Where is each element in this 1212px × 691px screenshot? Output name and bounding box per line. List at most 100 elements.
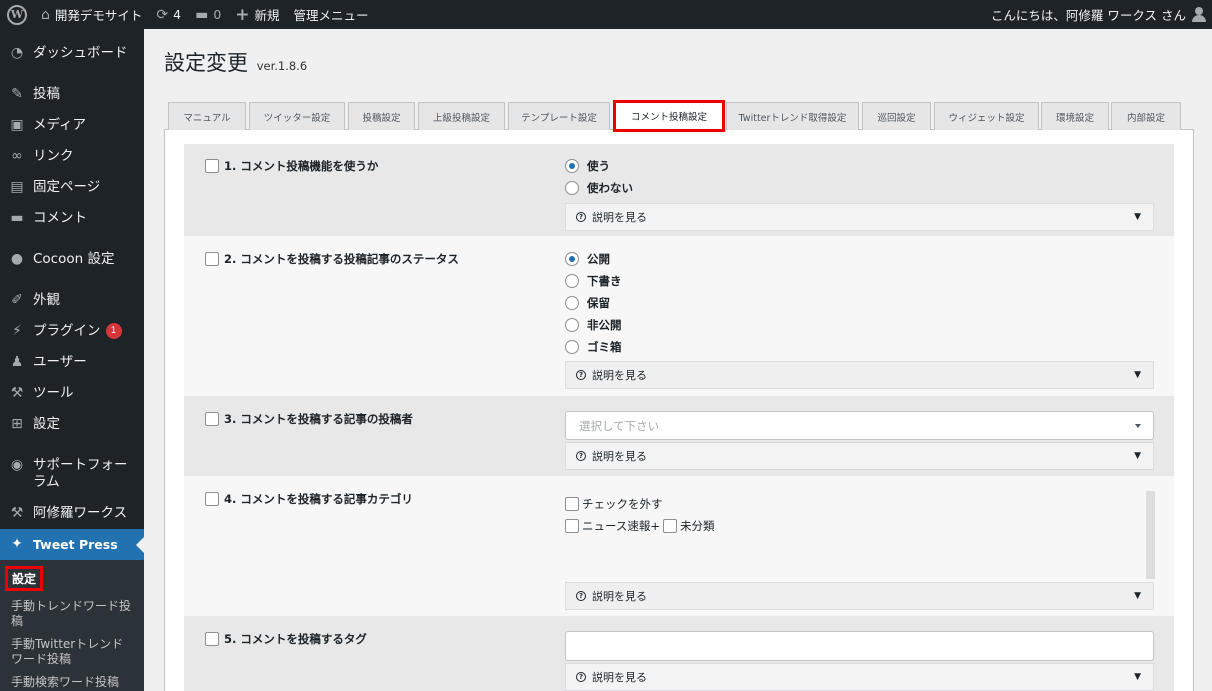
menu-cocoon-settings[interactable]: ● Cocoon 設定 xyxy=(0,244,144,275)
option-3-label[interactable]: 3. コメントを投稿する記事の投稿者 xyxy=(205,411,413,427)
option-1-checkbox[interactable] xyxy=(205,159,219,173)
option-1-label[interactable]: 1. コメント投稿機能を使うか xyxy=(205,158,378,174)
option-5-explain-toggle[interactable]: ? 説明を見る ▼ xyxy=(565,663,1154,691)
radio-publish-button[interactable] xyxy=(565,252,579,266)
menu-support-forum[interactable]: ◉ サポートフォーラム xyxy=(0,450,144,498)
option-4-checkbox[interactable] xyxy=(205,492,219,506)
site-name-link[interactable]: ⌂ 開発デモサイト xyxy=(34,0,149,29)
submenu-manual-twitter-trend-post[interactable]: 手動Twitterトレンドワード投稿 xyxy=(0,633,144,671)
category-news-label: ニュース速報+ xyxy=(582,519,661,533)
comments-link[interactable]: ▬ 0 xyxy=(188,0,228,29)
option-2-explain-toggle[interactable]: ? 説明を見る ▼ xyxy=(565,361,1154,389)
question-icon: ? xyxy=(576,591,586,601)
option-4-explain-toggle[interactable]: ? 説明を見る ▼ xyxy=(565,582,1154,610)
question-icon: ? xyxy=(576,370,586,380)
tab-post-settings[interactable]: 投稿設定 xyxy=(348,102,415,130)
tab-twitter-trend-settings[interactable]: Twitterトレンド取得設定 xyxy=(726,102,859,130)
submenu-manual-search-post[interactable]: 手動検索ワード投稿 xyxy=(0,671,144,691)
tab-template-settings[interactable]: テンプレート設定 xyxy=(508,102,610,130)
radio-label: ゴミ箱 xyxy=(587,340,622,354)
option-2-label[interactable]: 2. コメントを投稿する投稿記事のステータス xyxy=(205,251,459,267)
menu-tools[interactable]: ⚒ ツール xyxy=(0,378,144,409)
menu-comments[interactable]: ▬ コメント xyxy=(0,203,144,234)
submenu-settings[interactable]: 設定 xyxy=(5,566,44,591)
option-4-label[interactable]: 4. コメントを投稿する記事カテゴリ xyxy=(205,491,413,507)
menu-tweet-press[interactable]: ✦ Tweet Press xyxy=(0,529,144,560)
dashboard-icon: ◔ xyxy=(10,45,24,61)
tab-widget-settings[interactable]: ウィジェット設定 xyxy=(934,102,1039,130)
radio-use-button[interactable] xyxy=(565,159,579,173)
radio-not-use[interactable]: 使わない xyxy=(565,180,633,196)
new-content-link[interactable]: + 新規 xyxy=(228,0,286,29)
updates-count: 4 xyxy=(173,7,182,22)
link-icon: ∞ xyxy=(11,148,23,164)
radio-publish[interactable]: 公開 xyxy=(565,251,610,267)
tab-patrol-settings[interactable]: 巡回設定 xyxy=(862,102,931,130)
uncheck-all-checkbox[interactable] xyxy=(565,497,579,511)
menu-posts[interactable]: ✎ 投稿 xyxy=(0,79,144,110)
option-3-label-text: 3. コメントを投稿する記事の投稿者 xyxy=(224,412,413,426)
option-3-checkbox[interactable] xyxy=(205,412,219,426)
comment-icon: ▬ xyxy=(10,210,24,226)
option-5-label[interactable]: 5. コメントを投稿するタグ xyxy=(205,631,367,647)
triangle-down-icon: ▼ xyxy=(1134,591,1141,601)
option-3-explain-toggle[interactable]: ? 説明を見る ▼ xyxy=(565,442,1154,470)
radio-trash[interactable]: ゴミ箱 xyxy=(565,339,622,355)
tab-manual[interactable]: マニュアル xyxy=(168,102,246,130)
category-scrollbar[interactable] xyxy=(1146,491,1155,579)
menu-plugins[interactable]: ⚡ プラグイン 1 xyxy=(0,316,144,347)
submenu-manual-trend-post[interactable]: 手動トレンドワード投稿 xyxy=(0,595,144,633)
tool-icon: ⚒ xyxy=(10,385,24,401)
menu-appearance[interactable]: ✐ 外観 xyxy=(0,285,144,316)
radio-draft[interactable]: 下書き xyxy=(565,273,622,289)
tab-environment-settings[interactable]: 環境設定 xyxy=(1041,102,1109,130)
author-select[interactable]: 選択して下さい xyxy=(565,411,1154,440)
wp-logo-button[interactable]: W xyxy=(0,0,34,29)
menu-users[interactable]: ♟ ユーザー xyxy=(0,347,144,378)
option-5-checkbox[interactable] xyxy=(205,632,219,646)
menu-links[interactable]: ∞ リンク xyxy=(0,141,144,172)
updates-link[interactable]: ⟳ 4 xyxy=(149,0,188,29)
radio-use[interactable]: 使う xyxy=(565,158,610,174)
category-uncategorized-checkbox[interactable] xyxy=(663,519,678,533)
menu-settings[interactable]: ⊞ 設定 xyxy=(0,409,144,440)
radio-pending[interactable]: 保留 xyxy=(565,295,610,311)
explain-label: 説明を見る xyxy=(592,369,647,382)
option-1-explain-toggle[interactable]: ? 説明を見る ▼ xyxy=(565,203,1154,231)
menu-ashura-works[interactable]: ⚒ 阿修羅ワークス xyxy=(0,498,144,529)
menu-label: Cocoon 設定 xyxy=(33,251,115,267)
option-2-checkbox[interactable] xyxy=(205,252,219,266)
my-account-link[interactable]: こんにちは、阿修羅 ワークス さん xyxy=(984,0,1212,29)
admin-menu-link[interactable]: 管理メニュー xyxy=(287,0,376,29)
plus-icon: + xyxy=(235,4,250,25)
question-icon: ? xyxy=(576,672,586,682)
uncheck-all-label: チェックを外す xyxy=(582,497,663,511)
radio-private-button[interactable] xyxy=(565,318,579,332)
category-news-checkbox[interactable] xyxy=(565,519,579,533)
tab-advanced-post-settings[interactable]: 上級投稿設定 xyxy=(418,102,505,130)
menu-media[interactable]: ▣ メディア xyxy=(0,110,144,141)
tweet-press-submenu: 設定 手動トレンドワード投稿 手動Twitterトレンドワード投稿 手動検索ワー… xyxy=(0,560,144,691)
tab-twitter-settings[interactable]: ツイッター設定 xyxy=(249,102,345,130)
radio-not-use-button[interactable] xyxy=(565,181,579,195)
option-row-3: 3. コメントを投稿する記事の投稿者 選択して下さい ? 説明を見る ▼ xyxy=(184,396,1174,476)
menu-pages[interactable]: ▤ 固定ページ xyxy=(0,172,144,203)
radio-trash-button[interactable] xyxy=(565,340,579,354)
pin-icon: ✎ xyxy=(11,86,23,102)
settings-tabs: マニュアル ツイッター設定 投稿設定 上級投稿設定 テンプレート設定 コメント投… xyxy=(164,100,1194,132)
radio-label: 保留 xyxy=(587,296,610,310)
uncheck-all-option[interactable]: チェックを外す xyxy=(565,496,663,512)
wrench-icon: ⚒ xyxy=(10,505,24,521)
radio-private[interactable]: 非公開 xyxy=(565,317,622,333)
menu-label: Tweet Press xyxy=(33,537,118,552)
tab-internal-settings[interactable]: 内部設定 xyxy=(1111,102,1181,130)
tab-comment-post-settings[interactable]: コメント投稿設定 xyxy=(613,100,725,132)
radio-pending-button[interactable] xyxy=(565,296,579,310)
menu-dashboard[interactable]: ◔ ダッシュボード xyxy=(0,38,144,69)
option-5-label-text: 5. コメントを投稿するタグ xyxy=(224,632,367,646)
category-uncategorized-label: 未分類 xyxy=(680,519,715,533)
tag-input[interactable] xyxy=(565,631,1154,661)
option-4-label-text: 4. コメントを投稿する記事カテゴリ xyxy=(224,492,413,506)
author-select-placeholder: 選択して下さい xyxy=(579,418,660,433)
radio-draft-button[interactable] xyxy=(565,274,579,288)
